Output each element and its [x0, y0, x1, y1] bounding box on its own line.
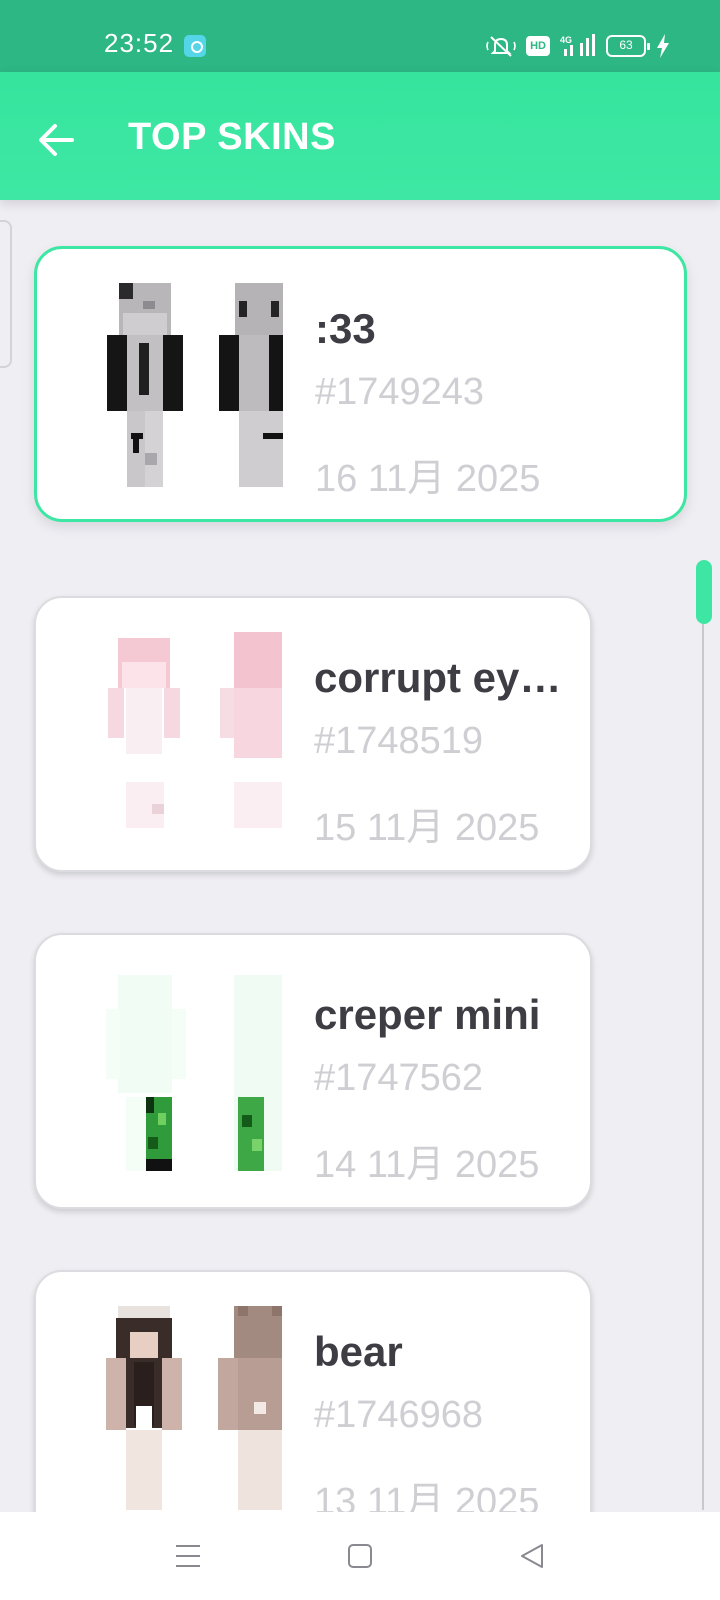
- skin-name: :33: [315, 305, 376, 352]
- battery-icon: 63: [606, 35, 650, 57]
- app-bar: TOP SKINS: [0, 72, 720, 200]
- skin-id: #1749243: [315, 371, 485, 413]
- skin-id: #1747562: [314, 1057, 484, 1099]
- scrollbar-track: [702, 610, 704, 1510]
- skin-preview-image: [107, 283, 283, 487]
- skin-preview-image: [108, 632, 282, 828]
- skin-id: #1746968: [314, 1394, 484, 1436]
- skin-card[interactable]: :33 #1749243 16 11月 2025: [34, 246, 687, 522]
- skin-name: bear: [314, 1328, 403, 1375]
- skin-preview-image: [106, 1306, 282, 1510]
- chat-bubble-icon: [184, 35, 206, 57]
- network-label: 4G: [560, 35, 572, 45]
- scrollbar-thumb[interactable]: [696, 560, 712, 624]
- menu-icon[interactable]: [168, 1536, 208, 1576]
- skin-card[interactable]: bear #1746968 13 11月 2025: [34, 1270, 592, 1512]
- skin-date: 13 11月 2025: [314, 1481, 540, 1512]
- status-time: 23:52: [104, 28, 175, 58]
- skin-date: 15 11月 2025: [314, 807, 540, 849]
- skin-preview-image: [106, 975, 282, 1171]
- mute-icon: [486, 36, 516, 57]
- skin-name: corrupt eye…: [314, 654, 578, 701]
- status-bar: 23:52 HD 4G 63: [0, 0, 720, 72]
- skin-list[interactable]: :33 #1749243 16 11月 2025 corrupt eye… #1…: [0, 200, 720, 1512]
- skin-id: #1748519: [314, 720, 484, 762]
- edge-panel-handle[interactable]: [0, 220, 12, 368]
- status-icons: HD 4G 63: [486, 33, 670, 59]
- skin-card[interactable]: corrupt eye… #1748519 15 11月 2025: [34, 596, 592, 872]
- system-nav-bar: [0, 1512, 720, 1600]
- signal-icon: 4G: [560, 34, 595, 56]
- back-triangle-icon[interactable]: [512, 1536, 552, 1576]
- skin-date: 16 11月 2025: [315, 458, 541, 500]
- skin-date: 14 11月 2025: [314, 1144, 540, 1186]
- skin-card[interactable]: creper mini #1747562 14 11月 2025: [34, 933, 592, 1209]
- home-icon[interactable]: [340, 1536, 380, 1576]
- back-arrow-button[interactable]: [30, 114, 82, 166]
- skin-name: creper mini: [314, 991, 541, 1038]
- charging-bolt-icon: [657, 34, 669, 58]
- page-title: TOP SKINS: [128, 116, 336, 158]
- hd-badge: HD: [526, 36, 550, 56]
